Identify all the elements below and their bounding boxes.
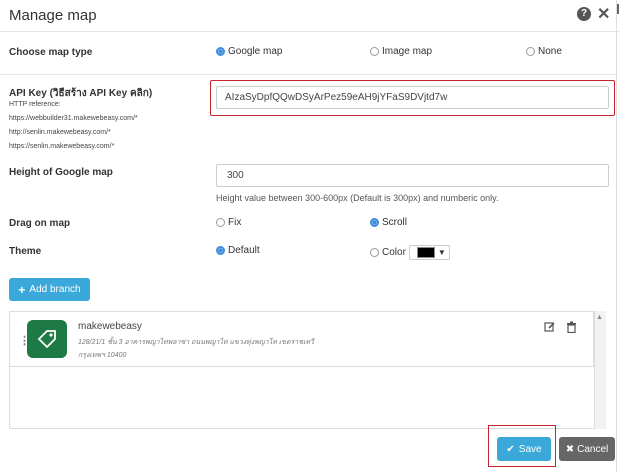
radio-label: Fix <box>228 217 242 228</box>
api-key-label: API Key (วิธีสร้าง API Key คลิก) <box>9 88 153 99</box>
api-key-input[interactable]: AIzaSyDpfQQwDSyArPez59eAH9jYFaS9DVjtd7w <box>216 86 609 109</box>
add-branch-button[interactable]: + Add branch <box>9 278 90 301</box>
radio-label: Image map <box>382 46 433 57</box>
radio-none[interactable]: None <box>526 46 562 57</box>
radio-label: Scroll <box>382 217 408 228</box>
http-reference-label: HTTP reference: <box>9 101 61 108</box>
radio-empty-icon <box>370 47 379 56</box>
radio-label: Default <box>228 245 260 256</box>
radio-label: None <box>538 46 562 57</box>
window-edge <box>616 0 620 472</box>
radio-google-map[interactable]: Google map <box>216 46 282 57</box>
help-icon[interactable]: ? <box>577 7 591 21</box>
radio-label: Google map <box>228 46 283 57</box>
edge-marker <box>617 4 619 14</box>
radio-empty-icon <box>216 218 225 227</box>
radio-selected-icon <box>216 47 225 56</box>
radio-selected-icon <box>370 218 379 227</box>
radio-empty-icon <box>370 248 379 257</box>
reference-url: https://webbuilder31.makewebeasy.com/* <box>9 115 138 122</box>
cancel-label: Cancel <box>577 443 609 455</box>
trash-icon[interactable] <box>566 320 577 338</box>
map-type-label: Choose map type <box>9 47 93 58</box>
radio-fix[interactable]: Fix <box>216 217 241 228</box>
color-picker[interactable]: ▼ <box>408 245 450 260</box>
save-button[interactable]: ✔ Save <box>497 437 551 461</box>
reference-url: http://senlin.makewebeasy.com/* <box>9 129 111 136</box>
scroll-up-icon[interactable]: ▲ <box>596 314 603 321</box>
dialog-title: Manage map <box>9 7 97 24</box>
close-icon: ✖ <box>565 443 575 455</box>
color-swatch <box>416 247 435 258</box>
height-input[interactable]: 300 <box>216 164 609 187</box>
drag-label: Drag on map <box>9 218 71 229</box>
radio-scroll[interactable]: Scroll <box>370 217 407 228</box>
height-hint: Height value between 300-600px (Default … <box>216 193 499 203</box>
close-icon[interactable]: ✕ <box>597 4 610 24</box>
cancel-button[interactable]: ✖ Cancel <box>559 437 615 461</box>
check-icon: ✔ <box>506 443 515 455</box>
add-branch-label: Add branch <box>29 284 81 295</box>
reference-url: https://senlin.makewebeasy.com/* <box>9 143 115 150</box>
radio-label: Color <box>382 247 406 258</box>
branch-logo <box>27 320 67 358</box>
section-divider <box>0 74 616 75</box>
edit-icon[interactable] <box>544 320 556 338</box>
radio-empty-icon <box>526 47 535 56</box>
caret-down-icon: ▼ <box>437 248 446 257</box>
height-label: Height of Google map <box>9 167 113 178</box>
radio-color[interactable]: Color ▼ <box>370 245 450 260</box>
radio-selected-icon <box>216 246 225 255</box>
branch-address: 128/21/1 ชั้น 3 อาคารพญาไทพลาซ่า ถนนพญาไ… <box>78 339 314 346</box>
save-label: Save <box>518 443 542 455</box>
branch-name: makewebeasy <box>78 321 142 332</box>
radio-image-map[interactable]: Image map <box>370 46 432 57</box>
theme-label: Theme <box>9 246 42 257</box>
radio-default[interactable]: Default <box>216 245 260 256</box>
tag-icon <box>37 330 56 349</box>
scrollbar[interactable] <box>594 311 606 429</box>
branch-city: กรุงเทพฯ 10400 <box>78 352 127 359</box>
plus-icon: + <box>18 282 26 297</box>
